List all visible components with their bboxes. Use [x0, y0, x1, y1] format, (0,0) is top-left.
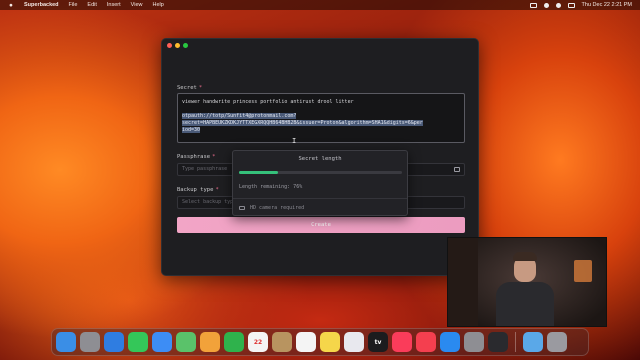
create-button[interactable]: Create [177, 217, 465, 233]
required-marker: * [215, 187, 219, 193]
secret-line: viewer handwrite princess portfolio anti… [182, 99, 354, 105]
search-icon[interactable] [555, 2, 561, 8]
dock-maps-icon[interactable] [176, 332, 196, 352]
dock-calendar-icon[interactable]: 22 [248, 332, 268, 352]
secret-textarea[interactable]: viewer handwrite princess portfolio anti… [177, 93, 465, 145]
battery-icon[interactable] [529, 2, 537, 8]
dock-facetime-icon[interactable] [224, 332, 244, 352]
camera-requirement-text: HD camera required [250, 205, 305, 211]
dock-freeform-icon[interactable] [344, 332, 364, 352]
webcam-person-hair [513, 252, 537, 261]
passphrase-placeholder: Type passphrase [182, 166, 228, 172]
menu-insert[interactable]: Insert [107, 2, 121, 8]
window-controls [167, 43, 188, 48]
required-marker: * [198, 85, 203, 91]
secret-length-progress-fill [239, 171, 279, 174]
dock-launchpad-icon[interactable] [80, 332, 100, 352]
length-remaining-text: Length remaining: 76% [239, 184, 303, 190]
dock-notes-icon[interactable] [320, 332, 340, 352]
menu-view[interactable]: View [131, 2, 143, 8]
wifi-icon[interactable] [543, 2, 549, 8]
secret-length-popover: Secret length Length remaining: 76% HD c… [232, 150, 408, 216]
dock-tv-icon[interactable]: tv [368, 332, 388, 352]
secret-line-selected: secret=HAPBEUKZKDKJYTTXEGXRQQHB64BHB2B&i… [182, 120, 423, 126]
dock-photos-icon[interactable] [200, 332, 220, 352]
backup-type-label: Backup type * [177, 187, 219, 193]
webcam-background-shelf [448, 238, 478, 326]
camera-icon [239, 206, 245, 210]
popover-title: Secret length [298, 156, 342, 162]
backup-type-placeholder: Select backup type [182, 199, 237, 205]
apple-menu-icon[interactable]: ● [8, 2, 14, 9]
secret-line [182, 106, 460, 113]
minimize-icon[interactable] [175, 43, 180, 48]
menu-file[interactable]: File [69, 2, 78, 8]
secret-line-selected: iod=30 [182, 127, 201, 133]
dock-superbacked-icon[interactable] [488, 332, 508, 352]
dock: 22 tv [51, 328, 589, 356]
dock-mail-icon[interactable] [152, 332, 172, 352]
menu-help[interactable]: Help [153, 2, 164, 8]
passphrase-label: Passphrase * [177, 154, 216, 160]
dock-reminders-icon[interactable] [296, 332, 316, 352]
popover-divider [233, 198, 407, 199]
close-icon[interactable] [167, 43, 172, 48]
dock-music-icon[interactable] [392, 332, 412, 352]
webcam-person-body [496, 282, 554, 326]
webcam-overlay [447, 237, 607, 327]
menu-bar: ● Superbacked File Edit Insert View Help… [0, 0, 640, 10]
dock-trash-icon[interactable] [547, 332, 567, 352]
menu-app-name[interactable]: Superbacked [24, 2, 59, 8]
dock-contacts-icon[interactable] [272, 332, 292, 352]
dock-downloads-icon[interactable] [523, 332, 543, 352]
control-center-icon[interactable] [567, 2, 575, 8]
dock-safari-icon[interactable] [104, 332, 124, 352]
secret-length-progress [239, 171, 402, 174]
maximize-icon[interactable] [183, 43, 188, 48]
secret-label: Secret * [177, 85, 203, 91]
dock-separator [515, 332, 516, 352]
secret-line-selected: otpauth://totp/Sunfit4@protonmail.com? [182, 113, 297, 119]
required-marker: * [212, 154, 216, 160]
dock-messages-icon[interactable] [128, 332, 148, 352]
dock-app-store-icon[interactable] [440, 332, 460, 352]
camera-requirement: HD camera required [239, 205, 304, 211]
text-cursor-icon: I [292, 137, 297, 145]
toggle-visibility-icon[interactable] [454, 167, 460, 172]
dock-system-settings-icon[interactable] [464, 332, 484, 352]
menu-edit[interactable]: Edit [87, 2, 96, 8]
webcam-background-light [574, 260, 592, 282]
menu-clock[interactable]: Thu Dec 22 2:21 PM [582, 2, 632, 8]
dock-finder-icon[interactable] [56, 332, 76, 352]
dock-news-icon[interactable] [416, 332, 436, 352]
